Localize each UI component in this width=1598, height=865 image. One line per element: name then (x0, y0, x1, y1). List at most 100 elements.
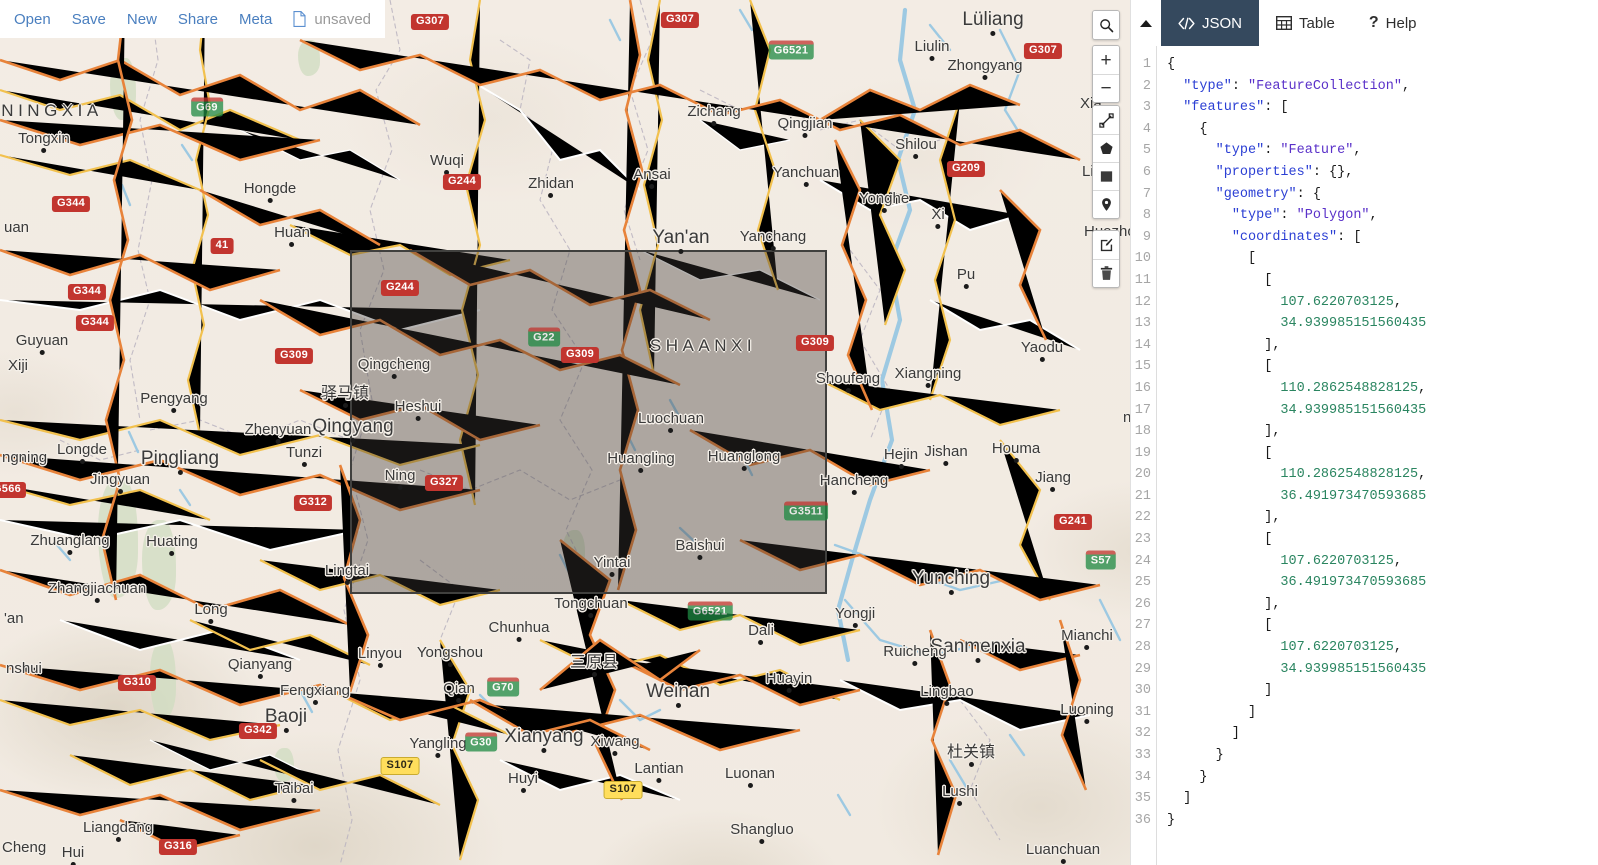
map-zoom-control[interactable]: + − (1092, 45, 1120, 103)
line-number: 11 (1134, 272, 1151, 288)
new-button[interactable]: New (127, 11, 157, 28)
code-token: 36.491973470593685 (1280, 575, 1427, 591)
code-line: 36.491973470593685 (1167, 486, 1598, 508)
draw-line-button[interactable] (1093, 106, 1119, 134)
file-status-group: unsaved (293, 11, 371, 28)
map-search-control[interactable] (1092, 10, 1120, 40)
plus-icon: + (1100, 49, 1112, 71)
draw-polygon-button[interactable] (1093, 134, 1119, 162)
draw-rectangle-button[interactable] (1093, 162, 1119, 190)
code-token: } (1167, 812, 1176, 828)
search-button[interactable] (1093, 11, 1119, 39)
zoom-in-button[interactable]: + (1093, 46, 1119, 74)
line-number: 20 (1134, 467, 1151, 483)
line-number: 15 (1134, 359, 1151, 375)
code-line: [ (1167, 248, 1598, 270)
zoom-out-button[interactable]: − (1093, 74, 1119, 102)
rectangle-icon (1100, 171, 1112, 182)
code-token: [ (1167, 445, 1273, 461)
map-edit-toolbar[interactable] (1092, 230, 1120, 288)
code-line: ] (1167, 680, 1598, 702)
app-root: NINGXIA SHAANXI Tongxin Hongde Huan Guyuan P… (0, 0, 1598, 865)
code-token: "properties" (1215, 164, 1313, 180)
code-token: ], (1167, 337, 1281, 353)
code-line: 110.2862548828125, (1167, 464, 1598, 486)
tab-json[interactable]: JSON (1161, 0, 1260, 46)
line-number: 17 (1134, 402, 1151, 418)
edit-layers-button[interactable] (1093, 231, 1119, 259)
code-token: : { (1296, 186, 1321, 202)
code-token: , (1393, 294, 1402, 310)
line-number: 24 (1134, 553, 1151, 569)
tab-table[interactable]: Table (1259, 0, 1352, 46)
trash-icon (1100, 266, 1112, 280)
code-line: { (1167, 54, 1598, 76)
code-line: 110.2862548828125, (1167, 378, 1598, 400)
code-token: 34.939985151560435 (1280, 402, 1427, 418)
code-token: : {}, (1312, 164, 1354, 180)
code-line: { (1167, 119, 1598, 141)
line-number: 21 (1134, 488, 1151, 504)
line-number: 28 (1134, 640, 1151, 656)
line-number: 35 (1134, 791, 1151, 807)
code-line: } (1167, 767, 1598, 789)
code-line: ], (1167, 594, 1598, 616)
line-number: 29 (1134, 661, 1151, 677)
save-button[interactable]: Save (72, 11, 106, 28)
code-token: [ (1167, 532, 1273, 548)
line-number: 18 (1134, 424, 1151, 440)
code-token: { (1167, 57, 1176, 72)
selection-rectangle[interactable] (350, 250, 827, 594)
code-token: [ (1167, 251, 1257, 267)
code-token: , (1393, 640, 1402, 656)
minus-icon: − (1100, 78, 1112, 99)
line-number: 3 (1142, 100, 1151, 116)
code-line: 34.939985151560435 (1167, 400, 1598, 422)
line-number: 25 (1134, 575, 1151, 591)
code-token: : [ (1337, 229, 1362, 245)
line-number: 31 (1134, 704, 1151, 720)
code-token: , (1418, 467, 1427, 483)
share-button[interactable]: Share (178, 11, 218, 28)
code-token: 110.2862548828125 (1280, 380, 1419, 396)
polyline-icon (1098, 112, 1114, 128)
code-token: } (1167, 748, 1224, 763)
collapse-panel-button[interactable] (1131, 0, 1161, 46)
line-number: 9 (1142, 229, 1151, 245)
open-button[interactable]: Open (14, 11, 51, 28)
map-draw-toolbar[interactable] (1092, 105, 1120, 219)
code-line: "coordinates": [ (1167, 227, 1598, 249)
file-status-label: unsaved (314, 10, 372, 28)
code-token: "type" (1183, 78, 1232, 94)
code-line: "properties": {}, (1167, 162, 1598, 184)
code-token: : [ (1264, 100, 1289, 116)
code-line: [ (1167, 356, 1598, 378)
tab-table-label: Table (1299, 14, 1335, 32)
code-line: "type": "FeatureCollection", (1167, 76, 1598, 98)
code-token: "geometry" (1215, 186, 1297, 202)
code-line: 107.6220703125, (1167, 551, 1598, 573)
draw-marker-button[interactable] (1093, 190, 1119, 218)
polygon-icon (1099, 142, 1113, 154)
side-panel: JSON Table ? Help 1 2 3 4 5 6 7 8 9 10 1… (1130, 0, 1598, 865)
line-number: 23 (1134, 532, 1151, 548)
meta-button[interactable]: Meta (239, 11, 272, 28)
map-canvas[interactable]: NINGXIA SHAANXI Tongxin Hongde Huan Guyuan P… (0, 0, 1130, 865)
code-token: [ (1167, 618, 1273, 634)
code-token: "Feature" (1280, 143, 1354, 159)
code-token: ], (1167, 424, 1281, 440)
tab-help[interactable]: ? Help (1352, 0, 1434, 46)
code-token: ], (1167, 510, 1281, 526)
code-line: ], (1167, 335, 1598, 357)
delete-layers-button[interactable] (1093, 259, 1119, 287)
code-line: 107.6220703125, (1167, 292, 1598, 314)
editor-code-area[interactable]: { "type": "FeatureCollection", "features… (1157, 46, 1598, 865)
json-editor[interactable]: 1 2 3 4 5 6 7 8 9 10 11 12 13 14 15 16 17 18 19 20 21 22 23 24 2… (1131, 46, 1598, 865)
